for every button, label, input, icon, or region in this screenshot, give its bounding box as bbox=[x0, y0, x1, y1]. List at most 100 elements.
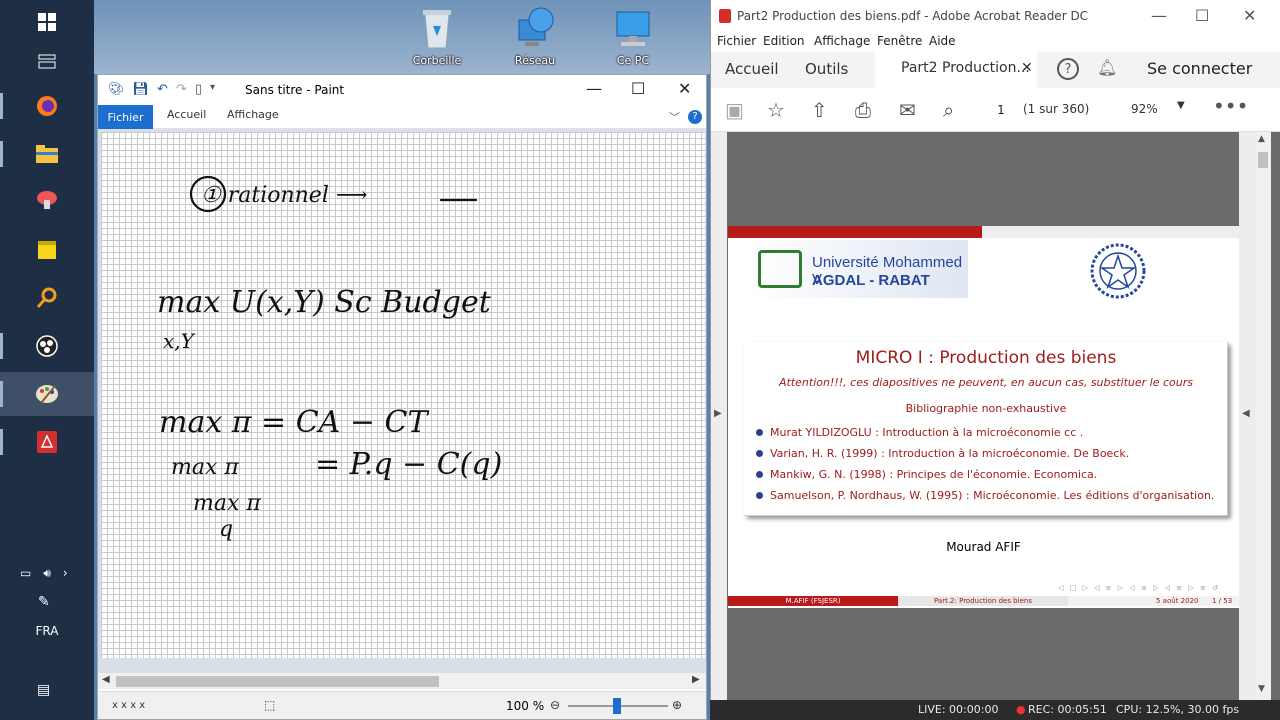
maximize-button[interactable]: ☐ bbox=[1195, 6, 1209, 25]
paint-app-icon[interactable]: 🎨︎ bbox=[108, 82, 125, 97]
desktop-icon-this-pc[interactable]: Ce PC bbox=[600, 6, 666, 67]
acrobat-window: Part2 Production des biens.pdf - Adobe A… bbox=[710, 0, 1280, 700]
close-button[interactable]: ✕ bbox=[678, 79, 691, 98]
battery-icon[interactable]: ▭ bbox=[20, 566, 31, 581]
taskbar-acrobat[interactable] bbox=[0, 420, 94, 464]
print-icon[interactable]: ⎙ bbox=[855, 98, 871, 122]
taskbar-snipping[interactable] bbox=[0, 178, 94, 222]
desktop-icon-recycle-bin[interactable]: Corbeille bbox=[404, 6, 470, 67]
bibliography-heading: Bibliographie non-exhaustive bbox=[905, 402, 1067, 415]
maximize-button[interactable]: ☐ bbox=[631, 79, 645, 98]
tab-home[interactable]: Accueil bbox=[167, 108, 206, 121]
notification-icon[interactable]: ▤ bbox=[37, 682, 50, 698]
zoom-select[interactable]: 92% bbox=[1131, 102, 1158, 116]
zoom-in-button[interactable]: ⊕ bbox=[672, 698, 682, 712]
drawing-canvas[interactable]: ① rationnel ⟶ max U(x,Y) Sc Budget x,Y m… bbox=[101, 132, 705, 658]
menu-view[interactable]: Affichage bbox=[814, 34, 870, 48]
new-file-icon[interactable]: ▯ bbox=[195, 82, 202, 97]
upload-cloud-icon[interactable]: ⇧ bbox=[811, 98, 828, 122]
input-language[interactable]: FRA bbox=[0, 624, 94, 638]
handwriting-line-3: max π = CA − CT bbox=[159, 405, 429, 440]
horizontal-scrollbar[interactable]: ◀ ▶ bbox=[98, 673, 706, 689]
help-button[interactable]: ? bbox=[688, 110, 702, 124]
bullet-icon bbox=[756, 450, 763, 457]
acrobat-title-bar[interactable]: Part2 Production des biens.pdf - Adobe A… bbox=[711, 0, 1280, 32]
taskbar-firefox[interactable] bbox=[0, 84, 94, 128]
footer-title: Part.2: Production des biens bbox=[898, 596, 1068, 606]
volume-icon[interactable]: 🔊︎ bbox=[43, 566, 51, 581]
record-dot-icon: ● bbox=[1016, 703, 1026, 716]
tab-view[interactable]: Affichage bbox=[227, 108, 279, 121]
beamer-navigation-icons[interactable]: ◁ □ ▷ ◁ ≡ ▷ ◁ ≡ ▷ ◁ ≡ ▷ ≡ ↺ bbox=[1058, 584, 1220, 592]
desktop-icon-network[interactable]: Réseau bbox=[502, 6, 568, 67]
right-panel-toggle[interactable]: ◀ bbox=[1239, 132, 1255, 700]
tab-home[interactable]: Accueil bbox=[725, 60, 779, 78]
star-icon[interactable]: ☆ bbox=[767, 98, 785, 122]
page-number-input[interactable]: 1 bbox=[983, 99, 1019, 121]
taskbar-search[interactable] bbox=[0, 276, 94, 320]
tab-file[interactable]: Fichier bbox=[98, 105, 153, 129]
menu-window[interactable]: Fenêtre bbox=[877, 34, 922, 48]
save-icon[interactable]: ▣ bbox=[725, 98, 744, 122]
running-indicator bbox=[0, 141, 3, 167]
list-item: Samuelson, P. Nordhaus, W. (1995) : Micr… bbox=[756, 485, 1226, 506]
customize-toolbar-icon[interactable]: ▾ bbox=[210, 82, 215, 97]
paint-palette-icon bbox=[36, 385, 58, 404]
taskbar-sticky-notes[interactable] bbox=[0, 228, 94, 272]
scroll-right-icon[interactable]: ▶ bbox=[692, 674, 700, 685]
page-count: (1 sur 360) bbox=[1023, 102, 1090, 116]
running-indicator bbox=[0, 429, 3, 455]
bullet-icon bbox=[756, 471, 763, 478]
vertical-scrollbar[interactable]: ▲ ▼ bbox=[1255, 132, 1271, 700]
footer-author: M.AFIF (FSJESR) bbox=[728, 596, 898, 606]
paint-ribbon-tabs: Fichier Accueil Affichage ﹀ ? bbox=[98, 105, 706, 129]
taskbar-obs[interactable] bbox=[0, 324, 94, 368]
minimize-button[interactable]: — bbox=[586, 79, 602, 98]
zoom-search-icon[interactable]: ⌕ bbox=[943, 98, 954, 122]
help-button[interactable]: ? bbox=[1057, 58, 1079, 80]
menu-help[interactable]: Aide bbox=[929, 34, 956, 48]
chevron-down-icon[interactable]: ﹀ bbox=[669, 109, 680, 125]
menu-edit[interactable]: Edition bbox=[763, 34, 805, 48]
folder-icon bbox=[36, 145, 58, 163]
chevron-right-icon[interactable]: › bbox=[63, 566, 68, 581]
handwriting-line-2: max U(x,Y) Sc Budget bbox=[157, 285, 492, 320]
tab-document[interactable]: Part2 Production... ✕ bbox=[875, 52, 1037, 88]
bell-icon[interactable]: 🔔︎ bbox=[1097, 58, 1117, 77]
sticky-notes-icon bbox=[38, 241, 56, 259]
paint-status-bar: x x x x ⬚ 100 % ⊖ ⊕ bbox=[98, 691, 706, 719]
minimize-button[interactable]: — bbox=[1151, 6, 1167, 25]
scroll-up-icon[interactable]: ▲ bbox=[1258, 134, 1265, 144]
sign-in-button[interactable]: Se connecter bbox=[1147, 59, 1252, 78]
scroll-down-icon[interactable]: ▼ bbox=[1258, 684, 1265, 694]
desktop: Corbeille Réseau Ce PC bbox=[94, 0, 710, 74]
redo-icon[interactable]: ↷ bbox=[176, 82, 187, 97]
mail-icon[interactable]: ✉ bbox=[899, 98, 916, 122]
scrollbar-thumb[interactable] bbox=[116, 676, 439, 687]
start-button[interactable] bbox=[0, 0, 94, 44]
pen-icon[interactable]: ✎ bbox=[38, 594, 50, 610]
taskbar-file-explorer[interactable] bbox=[0, 132, 94, 176]
menu-file[interactable]: Fichier bbox=[717, 34, 756, 48]
zoom-slider-thumb[interactable] bbox=[613, 698, 621, 714]
scrollbar-thumb[interactable] bbox=[1258, 152, 1268, 168]
paint-title-bar[interactable]: 🎨︎ 💾︎ ↶ ↷ ▯ ▾ Sans titre - Paint — ☐ ✕ bbox=[98, 75, 706, 105]
recycle-bin-icon bbox=[423, 10, 451, 49]
task-view-button[interactable] bbox=[0, 40, 94, 84]
left-panel-toggle[interactable]: ▶ bbox=[711, 132, 727, 700]
caret-down-icon[interactable]: ▼ bbox=[1177, 100, 1185, 111]
save-icon[interactable]: 💾︎ bbox=[133, 82, 150, 97]
taskbar-paint[interactable] bbox=[0, 372, 94, 416]
undo-icon[interactable]: ↶ bbox=[157, 82, 168, 97]
zoom-out-button[interactable]: ⊖ bbox=[550, 698, 560, 712]
live-status: LIVE: 00:00:00 bbox=[918, 703, 999, 716]
tab-tools[interactable]: Outils bbox=[805, 60, 848, 78]
list-item: Murat YILDIZOGLU : Introduction à la mic… bbox=[756, 422, 1226, 443]
more-options-icon[interactable]: ••• bbox=[1213, 94, 1248, 118]
close-tab-icon[interactable]: ✕ bbox=[1021, 60, 1033, 76]
scroll-left-icon[interactable]: ◀ bbox=[102, 674, 110, 685]
handwriting-line-5-sub: q bbox=[219, 517, 233, 542]
tab-document-label: Part2 Production... bbox=[901, 60, 1030, 76]
close-button[interactable]: ✕ bbox=[1243, 6, 1256, 25]
slide-header-grey bbox=[982, 226, 1239, 238]
